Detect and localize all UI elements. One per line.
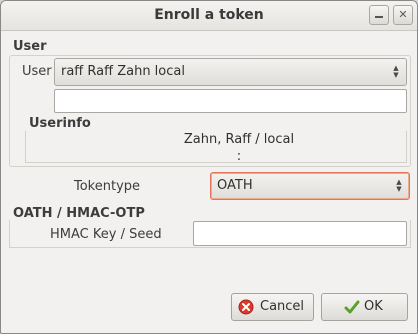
window-title: Enroll a token [154, 7, 264, 23]
minimize-button[interactable] [369, 5, 389, 25]
checkmark-icon [344, 300, 360, 314]
user-select[interactable]: raff Raff Zahn local ▲ ▼ [54, 58, 407, 86]
user-group-label: User [13, 39, 47, 54]
userinfo-extra: : [236, 149, 242, 164]
cancel-icon [238, 299, 254, 315]
hmac-label: HMAC Key / Seed [50, 227, 162, 242]
hmac-key-input[interactable] [193, 221, 407, 246]
updown-arrows-icon: ▲ ▼ [396, 178, 402, 193]
minimize-icon [375, 16, 383, 18]
title-bar: Enroll a token ✕ [1, 1, 417, 31]
tokentype-value: OATH [217, 178, 253, 193]
user-search-input[interactable] [54, 89, 407, 113]
cancel-button[interactable]: Cancel [231, 293, 314, 321]
close-icon: ✕ [398, 8, 408, 21]
cancel-label: Cancel [260, 299, 305, 314]
close-button[interactable]: ✕ [393, 5, 413, 25]
enroll-dialog: Enroll a token ✕ User User raff Raff Zah… [0, 0, 418, 334]
ok-label: OK [364, 299, 383, 314]
updown-arrows-icon: ▲ ▼ [393, 64, 399, 79]
user-select-value: raff Raff Zahn local [61, 64, 185, 79]
tokentype-select[interactable]: OATH ▲ ▼ [210, 172, 410, 200]
user-field-label: User [22, 64, 52, 79]
oath-group-label: OATH / HMAC-OTP [13, 206, 145, 221]
tokentype-label: Tokentype [74, 179, 141, 194]
ok-button[interactable]: OK [321, 293, 408, 321]
userinfo-group-label: Userinfo [29, 116, 91, 131]
userinfo-name: Zahn, Raff / local [183, 132, 295, 147]
